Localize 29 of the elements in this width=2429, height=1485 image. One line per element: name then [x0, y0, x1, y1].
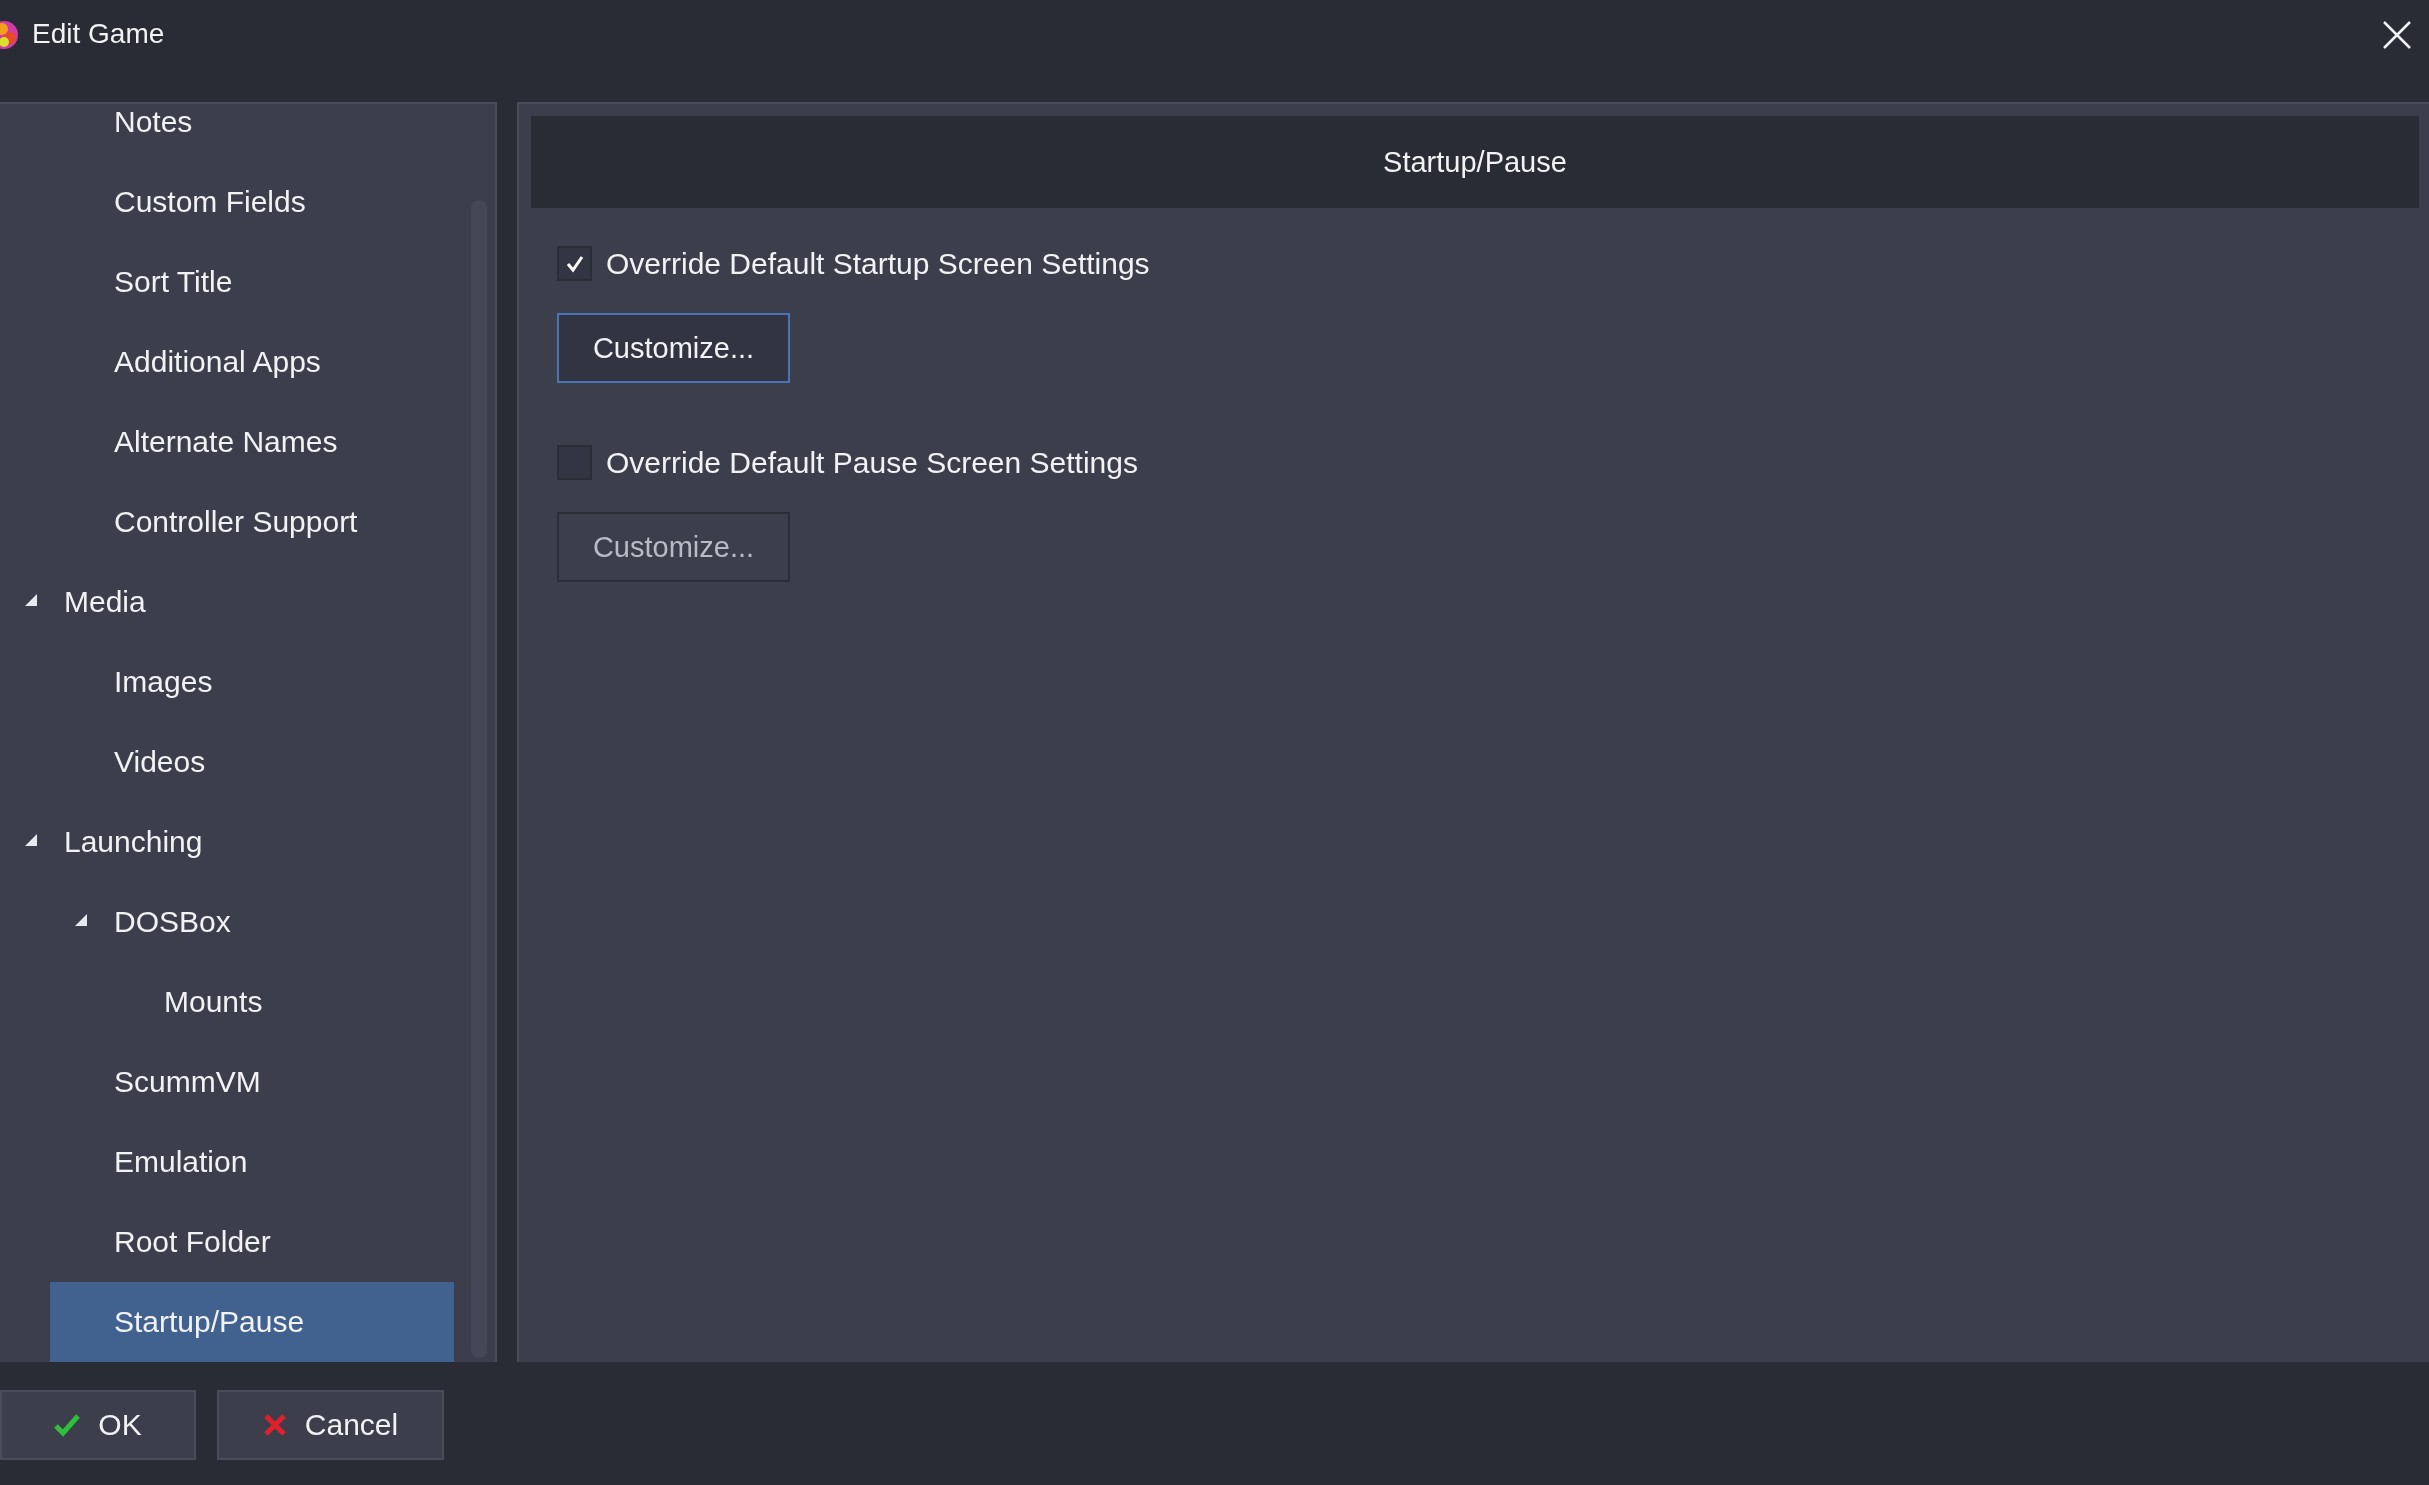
cross-icon	[262, 1412, 287, 1437]
panel-header: Startup/Pause	[531, 116, 2419, 208]
cancel-button[interactable]: Cancel	[217, 1389, 444, 1460]
tree-item[interactable]: Notes	[50, 104, 454, 162]
tree-item[interactable]: Alternate Names	[50, 402, 454, 482]
tree-item[interactable]: Custom Fields	[50, 162, 454, 242]
tree-item[interactable]: Videos	[50, 722, 454, 802]
checkbox-label: Override Default Startup Screen Settings	[606, 246, 1150, 281]
tree-item[interactable]: Root Folder	[50, 1202, 454, 1282]
expanded-arrow-icon[interactable]	[25, 594, 37, 606]
tree-item[interactable]: Startup/Pause	[50, 1282, 454, 1362]
tree-item[interactable]: Sort Title	[50, 242, 454, 322]
window-title: Edit Game	[32, 18, 165, 50]
expanded-arrow-icon[interactable]	[25, 834, 37, 846]
checkbox-label: Override Default Pause Screen Settings	[606, 445, 1138, 480]
tree-item[interactable]: Mounts	[100, 962, 454, 1042]
ok-button[interactable]: OK	[0, 1389, 196, 1460]
checkbox[interactable]	[557, 246, 592, 281]
tree-item[interactable]: Media	[0, 562, 454, 642]
tree-item[interactable]: Images	[50, 642, 454, 722]
tree-item[interactable]: Additional Apps	[50, 322, 454, 402]
tree-item[interactable]: ScummVM	[50, 1042, 454, 1122]
tree-item[interactable]: Launching	[0, 802, 454, 882]
tree-item[interactable]: Controller Support	[50, 482, 454, 562]
tree-item[interactable]: DOSBox	[50, 882, 454, 962]
expanded-arrow-icon[interactable]	[75, 914, 87, 926]
customize-button[interactable]: Customize...	[557, 313, 790, 383]
tree-item[interactable]: Emulation	[50, 1122, 454, 1202]
check-icon	[54, 1412, 81, 1437]
